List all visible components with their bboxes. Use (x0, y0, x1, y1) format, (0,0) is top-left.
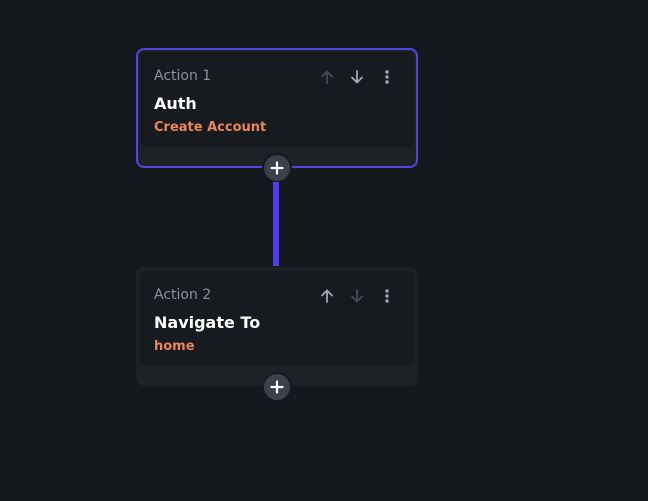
action-card-2-body: Action 2 Navigate To home (140, 271, 414, 366)
add-action-button-2[interactable] (262, 372, 292, 402)
action-label: Action 2 (154, 287, 212, 303)
add-action-button-1[interactable] (262, 153, 292, 183)
arrow-up-icon (321, 70, 333, 84)
action-title: Auth (154, 94, 197, 113)
plus-icon (270, 161, 284, 175)
action-title: Navigate To (154, 313, 261, 332)
flow-connector (273, 182, 279, 266)
move-up-button[interactable] (316, 66, 338, 88)
action-label: Action 1 (154, 68, 212, 84)
action-subtitle: home (154, 339, 195, 354)
action-card-1[interactable]: Action 1 Auth Create Account (136, 48, 418, 168)
action-subtitle: Create Account (154, 120, 267, 135)
arrow-down-icon (351, 289, 363, 303)
more-options-button[interactable] (376, 285, 398, 307)
action-toolbar (316, 285, 398, 307)
move-down-button[interactable] (346, 66, 368, 88)
more-vertical-icon (385, 70, 389, 84)
more-options-button[interactable] (376, 66, 398, 88)
action-card-1-body: Action 1 Auth Create Account (140, 52, 414, 147)
arrow-down-icon (351, 70, 363, 84)
arrow-up-icon (321, 289, 333, 303)
action-toolbar (316, 66, 398, 88)
action-flow-canvas: Action 1 Auth Create Account Action 2 Na… (0, 0, 648, 501)
plus-icon (270, 380, 284, 394)
move-down-button[interactable] (346, 285, 368, 307)
more-vertical-icon (385, 289, 389, 303)
action-card-2[interactable]: Action 2 Navigate To home (136, 267, 418, 386)
move-up-button[interactable] (316, 285, 338, 307)
